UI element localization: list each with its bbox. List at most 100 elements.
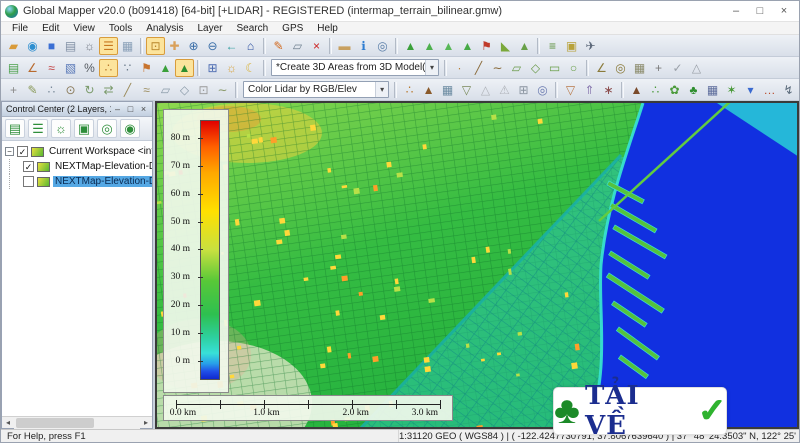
digitizer-pencil-icon[interactable]: ✎	[269, 37, 288, 55]
flight-sim-icon[interactable]: ✈	[581, 37, 600, 55]
range-rings-icon[interactable]: ◎	[611, 59, 630, 77]
classify-keypoints-icon[interactable]: …	[760, 81, 779, 99]
panel-maximize-button[interactable]: □	[124, 104, 137, 115]
slope-tool-icon[interactable]: %	[80, 59, 99, 77]
terrain-paint-icon[interactable]: ◣	[496, 37, 515, 55]
control-center-icon[interactable]: ☰	[99, 36, 118, 55]
classify-med-veg-icon[interactable]: ✿	[665, 81, 684, 99]
edit-vertices-icon[interactable]: ∴	[42, 81, 61, 99]
zoom-out-icon[interactable]: ⊖	[203, 37, 222, 55]
panel-close-button[interactable]: ×	[137, 104, 150, 115]
lidar-color-icon[interactable]: ∴	[400, 81, 419, 99]
color-lidar-combo[interactable]: Color Lidar by RGB/Elev ▾	[242, 81, 390, 98]
offset-feature-icon[interactable]: ◇	[175, 81, 194, 99]
classify-outliers-icon[interactable]: ∗	[599, 81, 618, 99]
map-catalog-icon[interactable]: ▤	[61, 37, 80, 55]
zoom-in-icon[interactable]: ⊕	[184, 37, 203, 55]
smooth-line-icon[interactable]: ∼	[213, 81, 232, 99]
lidar-zoom-icon[interactable]: ◎	[533, 81, 552, 99]
layer-settings-icon[interactable]: ☼	[51, 119, 71, 138]
zoom-to-layer-icon[interactable]: ◎	[97, 119, 117, 138]
waypoint-flag-icon[interactable]: ⚑	[137, 59, 156, 77]
menu-item-layer[interactable]: Layer	[190, 22, 229, 35]
menu-item-view[interactable]: View	[66, 22, 102, 35]
view-3d-icon[interactable]: ▧	[61, 59, 80, 77]
tree-expander-icon[interactable]: −	[5, 147, 14, 156]
view-shed-icon[interactable]: ▲	[458, 37, 477, 55]
layer-item-dtm[interactable]: NEXTMap-Elevation-DTM	[4, 174, 152, 189]
lidar-mesh-icon[interactable]: △	[476, 81, 495, 99]
minimize-button[interactable]: –	[725, 3, 747, 19]
flatten-terrain-icon[interactable]: ≡	[543, 37, 562, 55]
menu-item-search[interactable]: Search	[229, 22, 275, 35]
apply-edit-icon[interactable]: ✓	[668, 59, 687, 77]
layer-item-dsm-checkbox[interactable]: ✓	[23, 161, 34, 172]
classify-water-icon[interactable]: ▾	[741, 81, 760, 99]
layer-visibility-icon[interactable]: ◉	[120, 119, 140, 138]
pan-icon[interactable]: ✚	[165, 37, 184, 55]
scale-feature-icon[interactable]: ⇄	[99, 81, 118, 99]
measure-icon[interactable]: ▬	[335, 37, 354, 55]
create-line-icon[interactable]: ╱	[469, 59, 488, 77]
chevron-down-icon[interactable]: ▾	[425, 60, 438, 75]
edit-feature-icon[interactable]: ▱	[288, 37, 307, 55]
crop-feature-icon[interactable]: ⊡	[194, 81, 213, 99]
lidar-grid-icon[interactable]: ⊞	[514, 81, 533, 99]
configure-icon[interactable]: ☼	[80, 37, 99, 55]
map-views-icon[interactable]: ▤	[4, 59, 23, 77]
maximize-button[interactable]: □	[749, 3, 771, 19]
watershed-icon[interactable]: ▲	[439, 37, 458, 55]
split-line-icon[interactable]: ╱	[118, 81, 137, 99]
menu-item-analysis[interactable]: Analysis	[139, 22, 190, 35]
zoom-box-icon[interactable]: ⊡	[146, 36, 165, 55]
terrain-mountain-alt-icon[interactable]: ▲	[175, 58, 194, 77]
select-features-icon[interactable]: ✎	[23, 81, 42, 99]
scroll-right-icon[interactable]: ▸	[140, 417, 152, 429]
full-view-icon[interactable]: ⌂	[241, 37, 260, 55]
path-profile-icon[interactable]: ≈	[42, 59, 61, 77]
menu-item-file[interactable]: File	[5, 22, 35, 35]
create-3d-combo[interactable]: *Create 3D Areas from 3D Model(s)...▾	[271, 59, 439, 76]
terrain-shader-icon[interactable]: ▲	[401, 37, 420, 55]
night-mode-icon[interactable]: ☾	[241, 59, 260, 77]
duplicate-layer-icon[interactable]: ▣	[74, 119, 94, 138]
create-area-icon[interactable]: ▱	[507, 59, 526, 77]
lidar-class-grid-icon[interactable]: ▦	[438, 81, 457, 99]
lidar-filter-icon[interactable]: ▽	[457, 81, 476, 99]
previous-view-icon[interactable]: ←	[222, 37, 241, 55]
menu-item-gps[interactable]: GPS	[275, 22, 310, 35]
layer-item-dsm-label[interactable]: NEXTMap-Elevation-DSM	[53, 161, 152, 172]
classify-ground-icon[interactable]: ▽	[561, 81, 580, 99]
save-workspace-icon[interactable]: ■	[42, 37, 61, 55]
classify-terrain-icon[interactable]: ▲	[627, 81, 646, 99]
scrollbar-thumb[interactable]	[16, 417, 95, 428]
layer-item-dsm[interactable]: ✓ NEXTMap-Elevation-DSM	[4, 159, 152, 174]
terrain-mountain-icon[interactable]: ▲	[156, 59, 175, 77]
move-vertex-icon[interactable]: +	[649, 59, 668, 77]
overlay-control-icon[interactable]: ▦	[118, 37, 137, 55]
classify-low-veg-icon[interactable]: ∴	[646, 81, 665, 99]
terrain-compare-icon[interactable]: ▲	[515, 37, 534, 55]
classify-high-veg-icon[interactable]: ♣	[684, 81, 703, 99]
close-button[interactable]: ×	[773, 3, 795, 19]
layer-item-dtm-label[interactable]: NEXTMap-Elevation-DTM	[53, 176, 152, 187]
classify-pole-icon[interactable]: ✶	[722, 81, 741, 99]
raster-options-icon[interactable]: ▣	[562, 37, 581, 55]
create-polygon-icon[interactable]: ◇	[526, 59, 545, 77]
layer-item-dtm-checkbox[interactable]	[23, 176, 34, 187]
measure-angle-icon[interactable]: ∠	[592, 59, 611, 77]
open-file-icon[interactable]: ▰	[4, 37, 23, 55]
online-data-icon[interactable]: ◉	[23, 37, 42, 55]
delete-feature-icon[interactable]: ×	[307, 37, 326, 55]
feature-info-icon[interactable]: ℹ	[354, 37, 373, 55]
workspace-root-item-checkbox[interactable]: ✓	[17, 146, 28, 157]
create-buildings-icon[interactable]: ▦	[630, 59, 649, 77]
daylight-icon[interactable]: ☼	[222, 59, 241, 77]
workspace-root-item[interactable]: −✓ Current Workspace <intermap_terrain	[4, 144, 152, 159]
menu-item-help[interactable]: Help	[310, 22, 345, 35]
create-circle-icon[interactable]: ○	[564, 59, 583, 77]
create-multiline-icon[interactable]: ∼	[488, 59, 507, 77]
create-rectangle-icon[interactable]: ▭	[545, 59, 564, 77]
download-watermark[interactable]: ♣ TẢI VỀ ✓	[553, 381, 727, 441]
pan-feature-icon[interactable]: +	[4, 81, 23, 99]
